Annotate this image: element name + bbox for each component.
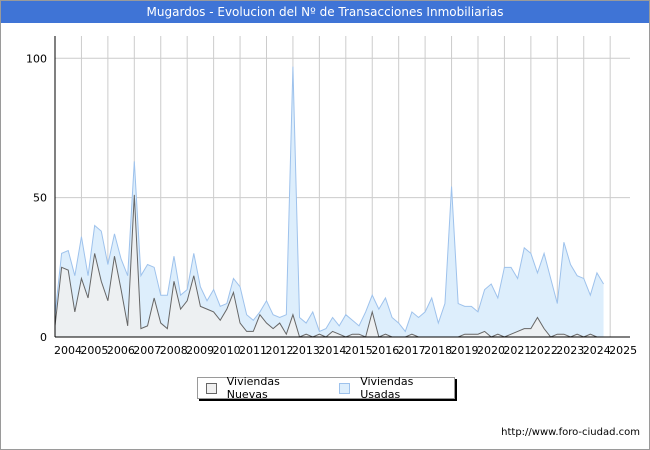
x-tick-label-2024: 2024: [583, 344, 611, 357]
legend-swatch-usadas: [339, 382, 351, 394]
x-tick-label-2007: 2007: [133, 344, 161, 357]
legend: Viviendas Nuevas Viviendas Usadas: [197, 375, 455, 401]
x-tick-label-2012: 2012: [265, 344, 293, 357]
x-tick-label-2018: 2018: [424, 344, 452, 357]
x-tick-label-2025: 2025: [609, 344, 637, 357]
x-tick-label-2004: 2004: [54, 344, 82, 357]
source-url[interactable]: http://www.foro-ciudad.com: [501, 427, 640, 438]
x-tick-label-2019: 2019: [451, 344, 479, 357]
x-tick-label-2009: 2009: [186, 344, 214, 357]
x-tick-label-2010: 2010: [213, 344, 241, 357]
legend-label-nuevas: Viviendas Nuevas: [226, 375, 280, 401]
x-tick-label-2022: 2022: [530, 344, 558, 357]
area-layer: [54, 66, 604, 338]
legend-label-usadas: Viviendas Usadas: [360, 375, 414, 401]
x-tick-label-2005: 2005: [80, 344, 108, 357]
x-tick-label-2011: 2011: [239, 344, 267, 357]
x-tick-label-2017: 2017: [398, 344, 426, 357]
x-tick-label-2021: 2021: [503, 344, 531, 357]
x-tick-label-2014: 2014: [318, 344, 346, 357]
x-tick-label-2015: 2015: [345, 344, 373, 357]
x-tick-label-2020: 2020: [477, 344, 505, 357]
x-tick-label-2023: 2023: [556, 344, 584, 357]
legend-swatch-nuevas: [206, 382, 217, 394]
x-tick-label-2016: 2016: [371, 344, 399, 357]
y-tick-label-50: 50: [33, 192, 47, 205]
y-tick-label-0: 0: [40, 331, 47, 344]
legend-item-nuevas: Viviendas Nuevas: [206, 375, 321, 401]
legend-item-usadas: Viviendas Usadas: [339, 375, 454, 401]
x-tick-label-2006: 2006: [107, 344, 135, 357]
y-tick-label-100: 100: [26, 52, 47, 65]
x-tick-label-2008: 2008: [160, 344, 188, 357]
x-tick-label-2013: 2013: [292, 344, 320, 357]
